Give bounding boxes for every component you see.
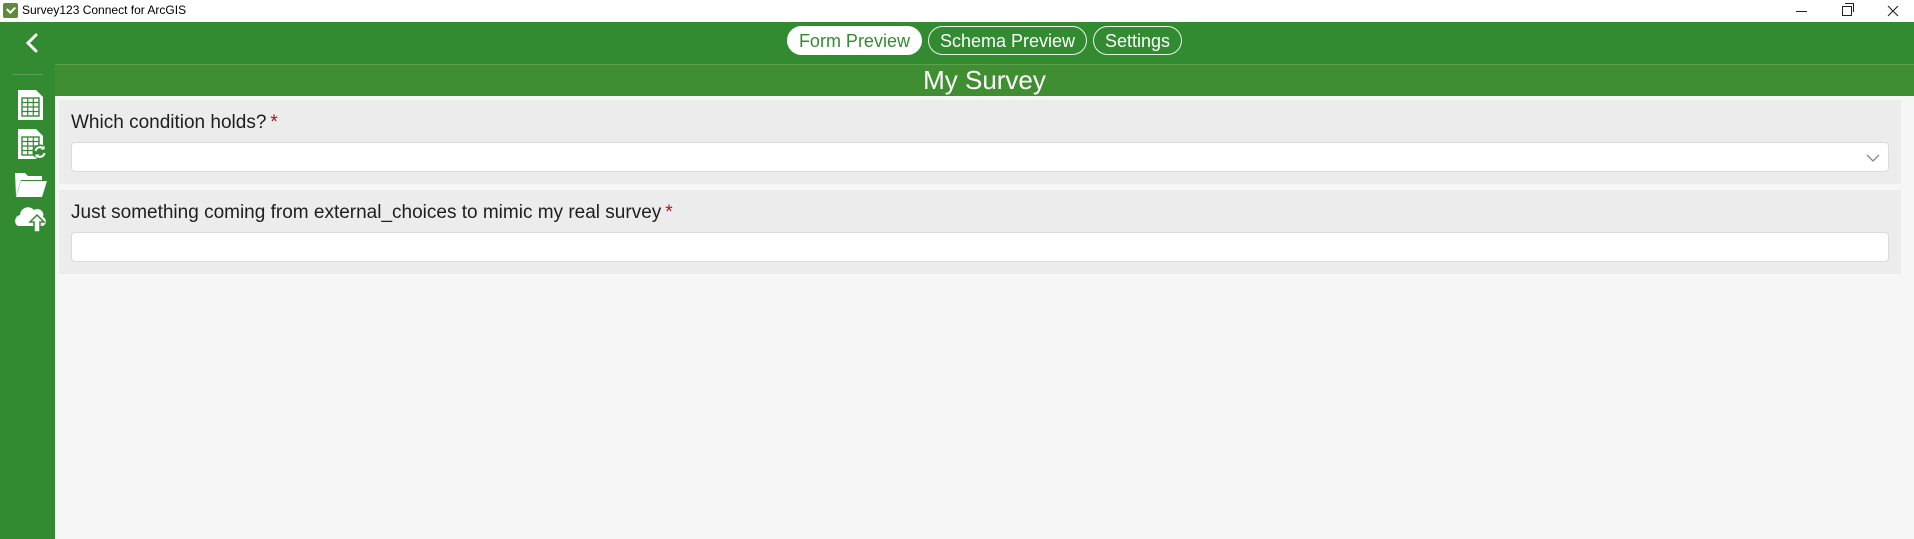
- tab-form-preview[interactable]: Form Preview: [786, 26, 922, 55]
- cloud-upload-icon: [15, 207, 46, 233]
- sidebar-item-open-folder[interactable]: [13, 168, 49, 202]
- sidebar-item-new-survey-from-file[interactable]: [13, 127, 49, 161]
- back-button[interactable]: [18, 30, 46, 58]
- survey123-app-icon: [3, 3, 18, 18]
- sidebar-divider: [12, 74, 43, 75]
- header-bar: Form Preview Schema Preview Settings: [55, 22, 1914, 64]
- form-preview: Which condition holds? * Just something c…: [59, 100, 1901, 280]
- external-choices-input[interactable]: [71, 232, 1889, 262]
- minimize-button[interactable]: [1778, 0, 1824, 22]
- required-marker: *: [270, 112, 278, 133]
- window-title: Survey123 Connect for ArcGIS: [22, 3, 187, 17]
- window-titlebar: Survey123 Connect for ArcGIS: [0, 0, 1914, 22]
- question-card: Which condition holds? *: [59, 100, 1901, 184]
- restore-button[interactable]: [1824, 0, 1870, 22]
- sidebar: [0, 22, 55, 539]
- chevron-down-icon: [1866, 154, 1880, 162]
- minimize-icon: [1795, 10, 1807, 12]
- survey-title-bar: My Survey: [55, 64, 1914, 96]
- condition-select[interactable]: [71, 142, 1889, 172]
- restore-icon: [1842, 3, 1854, 16]
- spreadsheet-icon: [18, 90, 43, 120]
- view-tabs: Form Preview Schema Preview Settings: [55, 26, 1914, 55]
- sidebar-item-publish[interactable]: [13, 200, 49, 234]
- spreadsheet-refresh-icon: [18, 129, 48, 160]
- tab-settings[interactable]: Settings: [1093, 26, 1183, 55]
- close-button[interactable]: [1870, 0, 1914, 22]
- question-label: Which condition holds? *: [71, 112, 278, 134]
- required-marker: *: [665, 202, 673, 223]
- folder-icon: [15, 173, 47, 197]
- sidebar-item-new-survey[interactable]: [13, 88, 49, 122]
- question-card: Just something coming from external_choi…: [59, 190, 1901, 274]
- chevron-left-icon: [25, 33, 38, 53]
- question-text: Which condition holds?: [71, 112, 267, 133]
- question-text: Just something coming from external_choi…: [71, 202, 662, 223]
- close-icon: [1887, 5, 1899, 17]
- question-label: Just something coming from external_choi…: [71, 202, 673, 224]
- survey-title: My Survey: [923, 65, 1046, 95]
- tab-schema-preview[interactable]: Schema Preview: [927, 26, 1088, 55]
